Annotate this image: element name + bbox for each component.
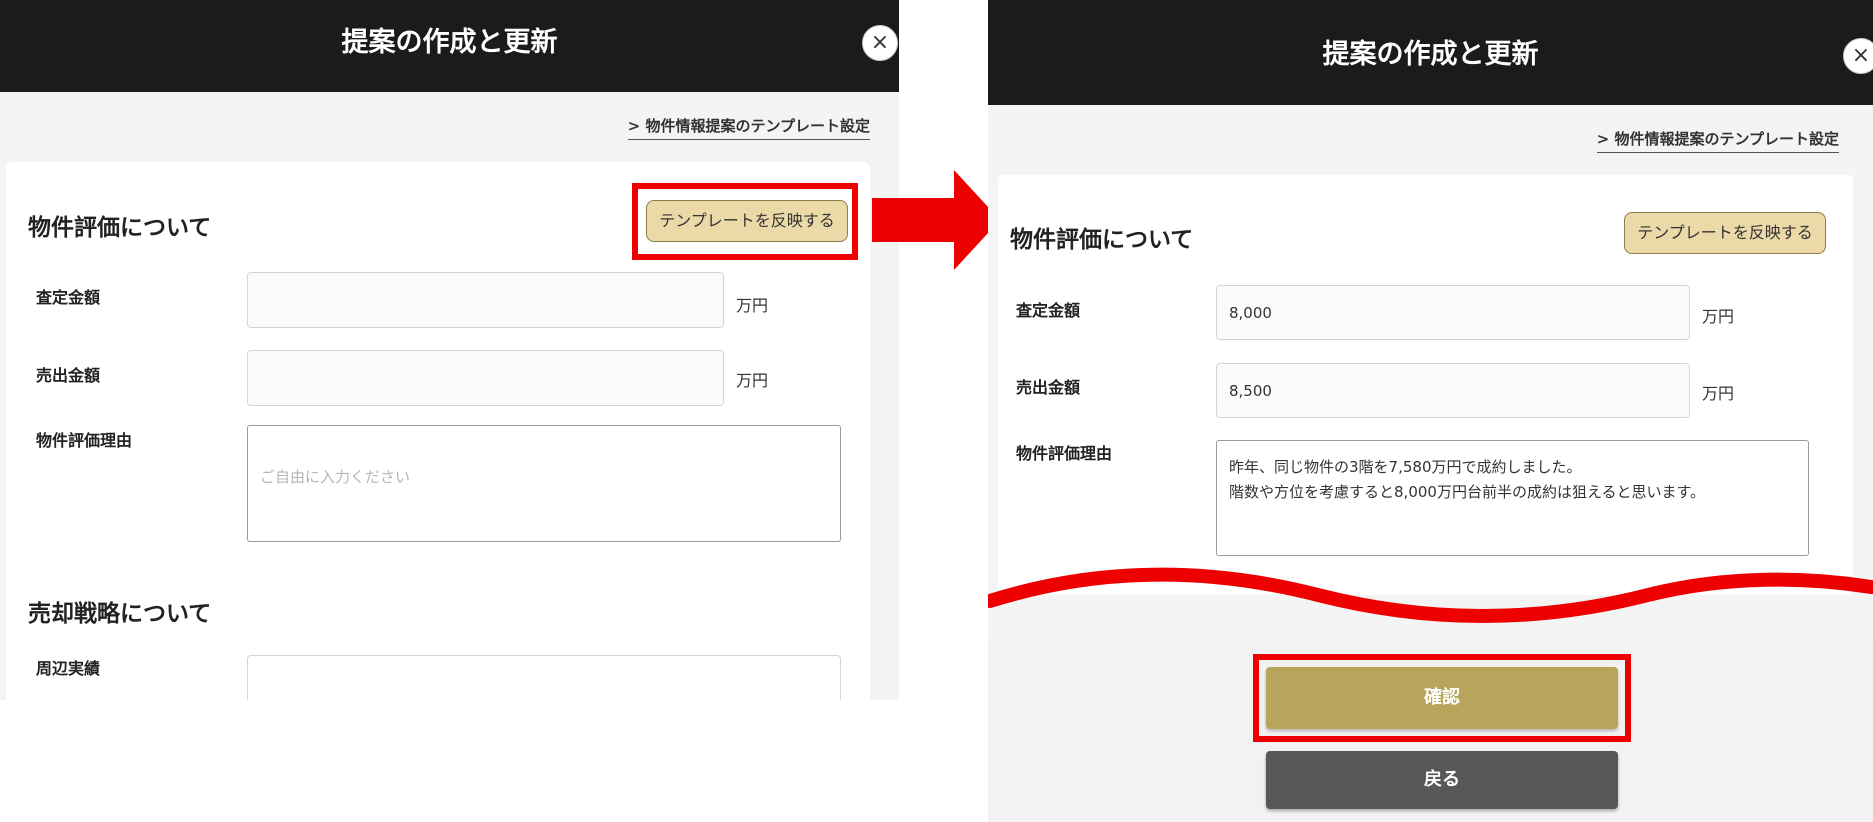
template-settings-link[interactable]: > 物件情報提案のテンプレート設定	[1596, 128, 1839, 153]
close-icon[interactable]: ×	[862, 25, 898, 61]
evaluation-reason-textarea[interactable]: ご自由に入力ください	[247, 425, 841, 542]
evaluation-reason-label: 物件評価理由	[36, 431, 133, 450]
nearby-results-label: 周辺実績	[36, 659, 101, 678]
assessed-amount-input[interactable]: 8,000	[1216, 285, 1690, 340]
evaluation-reason-placeholder: ご自由に入力ください	[260, 468, 411, 486]
modal-before: 提案の作成と更新 × > 物件情報提案のテンプレート設定 物件評価について テン…	[0, 0, 899, 700]
sale-unit: 万円	[1702, 384, 1735, 403]
right-arrow-icon	[872, 170, 1000, 270]
section-title-evaluation: 物件評価について	[28, 215, 212, 241]
confirm-button[interactable]: 確認	[1266, 667, 1618, 729]
modal-header: 提案の作成と更新	[988, 0, 1873, 105]
assessed-unit: 万円	[1702, 307, 1735, 326]
assessed-amount-label: 査定金額	[1016, 301, 1081, 320]
template-settings-link[interactable]: > 物件情報提案のテンプレート設定	[627, 115, 870, 140]
section-title-strategy: 売却戦略について	[28, 601, 212, 627]
evaluation-reason-textarea[interactable]: 昨年、同じ物件の3階を7,580万円で成約しました。 階数や方位を考慮すると8,…	[1216, 440, 1809, 556]
section-title-evaluation: 物件評価について	[1010, 227, 1194, 253]
sale-amount-label: 売出金額	[36, 366, 101, 385]
back-button[interactable]: 戻る	[1266, 751, 1618, 809]
highlight-apply-template	[632, 183, 858, 260]
sale-amount-label: 売出金額	[1016, 378, 1081, 397]
modal-header: 提案の作成と更新	[0, 0, 899, 92]
form-card: 物件評価について テンプレートを反映する 査定金額 8,000 万円 売出金額 …	[998, 175, 1853, 595]
sale-unit: 万円	[736, 371, 769, 390]
wave-break-decoration	[988, 567, 1873, 623]
assessed-amount-input[interactable]	[247, 272, 724, 328]
assessed-amount-label: 査定金額	[36, 288, 101, 307]
assessed-unit: 万円	[736, 296, 769, 315]
nearby-results-input[interactable]	[247, 655, 841, 700]
modal-after: 提案の作成と更新 × > 物件情報提案のテンプレート設定 物件評価について テン…	[988, 0, 1873, 822]
modal-title: 提案の作成と更新	[341, 27, 558, 58]
evaluation-reason-label: 物件評価理由	[1016, 444, 1113, 463]
close-icon[interactable]: ×	[1843, 38, 1873, 74]
modal-title: 提案の作成と更新	[1322, 39, 1539, 70]
action-area: 確認 戻る	[988, 645, 1873, 822]
sale-amount-input[interactable]: 8,500	[1216, 363, 1690, 418]
sale-amount-input[interactable]	[247, 350, 724, 406]
apply-template-button[interactable]: テンプレートを反映する	[1624, 212, 1826, 254]
